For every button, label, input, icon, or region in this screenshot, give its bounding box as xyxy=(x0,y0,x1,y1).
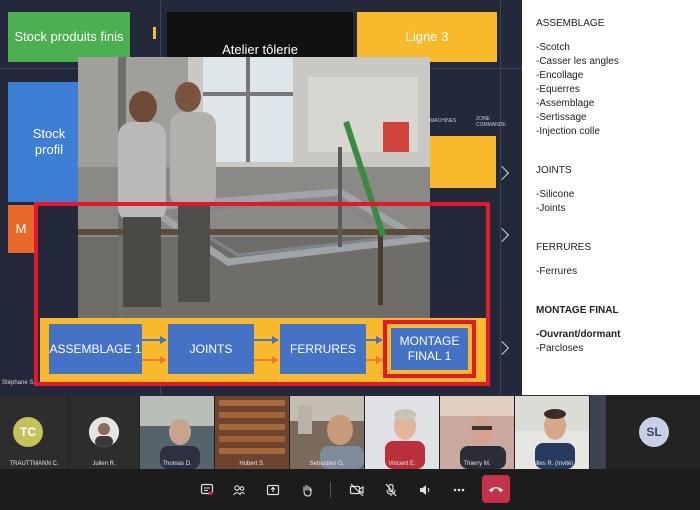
notes-section-title: FERRURES xyxy=(536,242,592,253)
arrow-right-icon xyxy=(272,336,279,344)
participant-video xyxy=(440,396,514,469)
yellow-marker xyxy=(153,27,156,39)
participant-tile[interactable]: TC TRAUTTMANN C. xyxy=(0,395,68,469)
participant-tile[interactable]: Julien R. xyxy=(69,395,139,469)
call-toolbar xyxy=(0,469,700,510)
shared-screen: Stock produits finis Stock profil M Atel… xyxy=(0,0,522,395)
participant-video xyxy=(215,396,289,469)
notes-item: -Scotch xyxy=(536,42,570,53)
teams-meeting-window: Stock produits finis Stock profil M Atel… xyxy=(0,0,700,510)
notes-item: -Equerres xyxy=(536,84,580,95)
arrow-line xyxy=(142,359,162,361)
participant-video xyxy=(140,396,214,469)
people-icon[interactable] xyxy=(228,479,250,501)
participant-tile[interactable]: Hubert S. xyxy=(215,395,289,469)
more-icon[interactable] xyxy=(448,479,470,501)
presenter-name: Stéphane S. xyxy=(2,380,36,386)
participant-name: Thomas D. xyxy=(162,461,192,467)
hang-up-button[interactable] xyxy=(482,475,510,503)
toolbar-divider xyxy=(330,482,331,498)
notes-item: -Assemblage xyxy=(536,98,595,109)
participant-tile[interactable]: Thierry M. xyxy=(440,395,514,469)
chevron-right-icon xyxy=(494,340,510,356)
participant-name: Vincent E. xyxy=(388,461,416,467)
machines-label: MACHINES xyxy=(430,118,457,124)
participant-name: Sebastien O. xyxy=(309,461,345,467)
chat-icon[interactable] xyxy=(196,479,218,501)
stock-profil-block: Stock profil xyxy=(8,82,80,202)
notes-section: MONTAGE FINAL -Ouvrant/dormant -Parcloses xyxy=(536,305,700,356)
share-icon[interactable] xyxy=(262,479,284,501)
avatar: TC xyxy=(13,417,43,447)
participant-tile[interactable]: Vincent E. xyxy=(365,395,439,469)
participant-video xyxy=(515,396,589,469)
arrow-right-icon xyxy=(160,356,167,364)
participant-name: Thierry M. xyxy=(463,461,491,467)
notes-item: -Injection colle xyxy=(536,126,600,137)
yellow-zone-block xyxy=(430,136,496,188)
notes-section-title: ASSEMBLAGE xyxy=(536,18,605,29)
notes-item: -Encollage xyxy=(536,70,584,81)
notes-item: -Joints xyxy=(536,203,566,214)
person-photo-icon xyxy=(89,417,119,447)
participant-name: Gilles R. (Invité) xyxy=(530,461,574,467)
atelier-tolerie-block: Atelier tôlerie xyxy=(167,12,353,60)
raise-hand-icon[interactable] xyxy=(296,479,318,501)
camera-off-icon[interactable] xyxy=(346,479,368,501)
arrow-right-icon xyxy=(376,356,383,364)
process-step-ferrures: FERRURES xyxy=(280,324,366,374)
avatar: SL xyxy=(639,417,669,447)
floorplan-line xyxy=(500,0,501,395)
participant-tile-overflow[interactable] xyxy=(590,395,606,469)
chevron-right-icon xyxy=(494,227,510,243)
process-step-joints: JOINTS xyxy=(168,324,254,374)
arrow-line xyxy=(142,339,162,341)
arrow-right-icon xyxy=(272,356,279,364)
notes-item: -Ouvrant/dormant xyxy=(536,329,621,340)
notes-item: -Ferrures xyxy=(536,266,578,277)
participant-tile[interactable]: SL xyxy=(607,395,700,469)
notes-section: JOINTS -Silicone -Joints xyxy=(536,165,700,216)
arrow-line xyxy=(254,339,274,341)
arrow-right-icon xyxy=(160,336,167,344)
participant-name: TRAUTTMANN C. xyxy=(9,461,59,467)
orange-zone-block: M xyxy=(8,205,34,253)
notes-section-title: MONTAGE FINAL xyxy=(536,305,619,316)
notes-item: -Silicone xyxy=(536,189,575,200)
participant-tile[interactable]: Thomas D. xyxy=(140,395,214,469)
hang-up-icon xyxy=(489,487,503,492)
notes-panel: ASSEMBLAGE -Scotch -Casser les angles -Enco… xyxy=(522,0,700,395)
arrow-right-icon xyxy=(376,336,383,344)
notes-section: FERRURES -Ferrures xyxy=(536,242,700,279)
notes-section: ASSEMBLAGE -Scotch -Casser les angles -Enco… xyxy=(536,18,700,139)
avatar xyxy=(89,417,119,447)
zone-commande-label: ZONE COMMANDE xyxy=(476,116,506,128)
participants-strip: TC TRAUTTMANN C. Julien R. Thomas D. Hub… xyxy=(0,395,700,469)
arrow-line xyxy=(254,359,274,361)
stock-produits-finis-block: Stock produits finis xyxy=(8,12,130,62)
notes-item: -Casser les angles xyxy=(536,56,619,67)
process-step-montage-final: MONTAGE FINAL 1 xyxy=(391,328,468,370)
notes-section-title: JOINTS xyxy=(536,165,572,176)
notes-item: -Parcloses xyxy=(536,343,584,354)
participant-video xyxy=(365,396,439,469)
mic-off-icon[interactable] xyxy=(380,479,402,501)
participant-video xyxy=(290,396,364,469)
participant-name: Julien R. xyxy=(92,461,116,467)
ligne-3-block: Ligne 3 xyxy=(357,12,497,62)
chevron-right-icon xyxy=(494,165,510,181)
notes-item: -Sertissage xyxy=(536,112,587,123)
speaker-icon[interactable] xyxy=(414,479,436,501)
participant-name: Hubert S. xyxy=(239,461,265,467)
participant-tile[interactable]: Gilles R. (Invité) xyxy=(515,395,589,469)
participant-tile[interactable]: Sebastien O. xyxy=(290,395,364,469)
process-step-assemblage: ASSEMBLAGE 1 xyxy=(49,324,142,374)
